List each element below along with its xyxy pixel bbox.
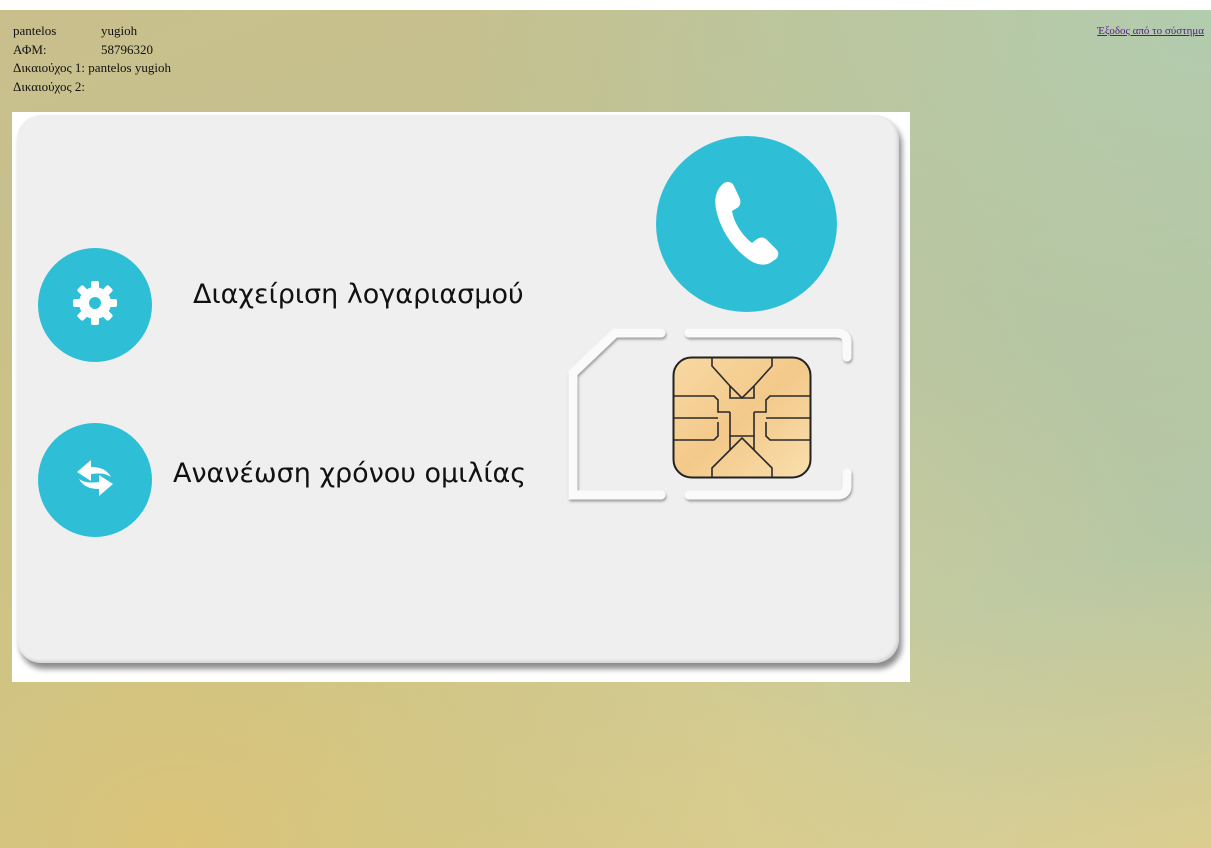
refresh-icon	[67, 450, 123, 511]
renew-label[interactable]: Ανανέωση χρόνου ομιλίας	[173, 458, 526, 489]
account-label[interactable]: Διαχείριση λογαριασμού	[193, 279, 524, 310]
renew-button[interactable]	[38, 423, 152, 537]
sim-card-panel: Διαχείριση λογαριασμού Ανανέωση χρόνου ο…	[12, 112, 910, 682]
holder2-row: Δικαιούχος 2:	[13, 78, 171, 97]
afm-value: 58796320	[101, 41, 153, 57]
holder1-value: pantelos yugioh	[88, 60, 171, 75]
user-name-row: pantelos yugioh	[13, 22, 171, 41]
holder1-label: Δικαιούχος 1:	[13, 60, 86, 75]
sim-chip-icon	[672, 356, 812, 479]
afm-row: ΑΦΜ: 58796320	[13, 41, 171, 60]
call-button[interactable]	[656, 136, 837, 312]
afm-label: ΑΦΜ:	[13, 41, 47, 57]
user-first-name: pantelos	[13, 23, 57, 38]
gear-icon	[71, 279, 119, 332]
user-info: pantelos yugioh ΑΦΜ: 58796320 Δικαιούχος…	[13, 22, 171, 96]
top-border	[0, 0, 1211, 10]
holder1-row: Δικαιούχος 1: pantelos yugioh	[13, 59, 171, 78]
account-button[interactable]	[38, 248, 152, 362]
logout-link[interactable]: Έξοδος από το σύστημα	[1097, 25, 1204, 37]
sim-card: Διαχείριση λογαριασμού Ανανέωση χρόνου ο…	[17, 115, 899, 663]
user-last-name: yugioh	[101, 23, 138, 38]
phone-icon	[712, 179, 782, 270]
holder2-label: Δικαιούχος 2:	[13, 78, 86, 94]
